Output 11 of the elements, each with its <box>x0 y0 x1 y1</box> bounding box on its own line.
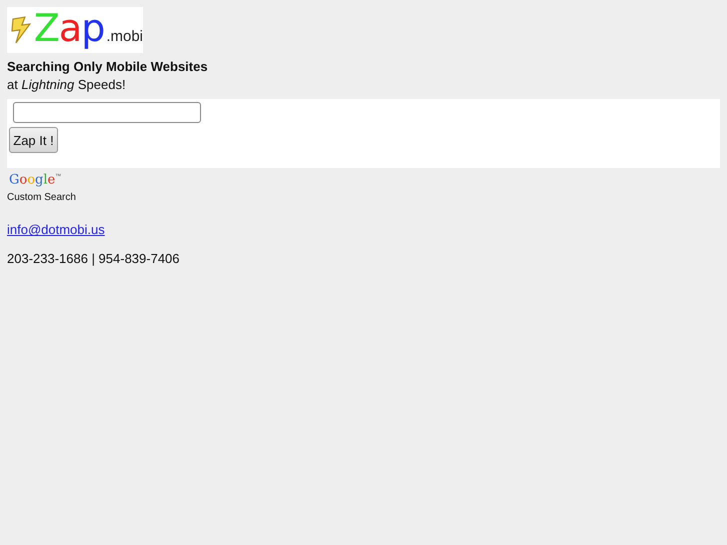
logo-suffix: .mobi <box>106 28 143 44</box>
google-logo: Google$^{™}$ <box>9 171 62 188</box>
phone-numbers: 203-233-1686 | 954-839-7406 <box>7 251 180 266</box>
tagline: at Lightning Speeds! <box>7 76 126 94</box>
search-field[interactable] <box>13 102 201 123</box>
custom-search-label: Custom Search <box>7 192 76 204</box>
zap-button[interactable]: Zap It ! <box>9 127 58 153</box>
lightning-bolt-icon <box>10 16 32 44</box>
email-link[interactable]: info@dotmobi.us <box>7 222 105 238</box>
heading: Searching Only Mobile Websites <box>7 58 208 76</box>
logo-wordmark: Zap <box>34 8 104 48</box>
